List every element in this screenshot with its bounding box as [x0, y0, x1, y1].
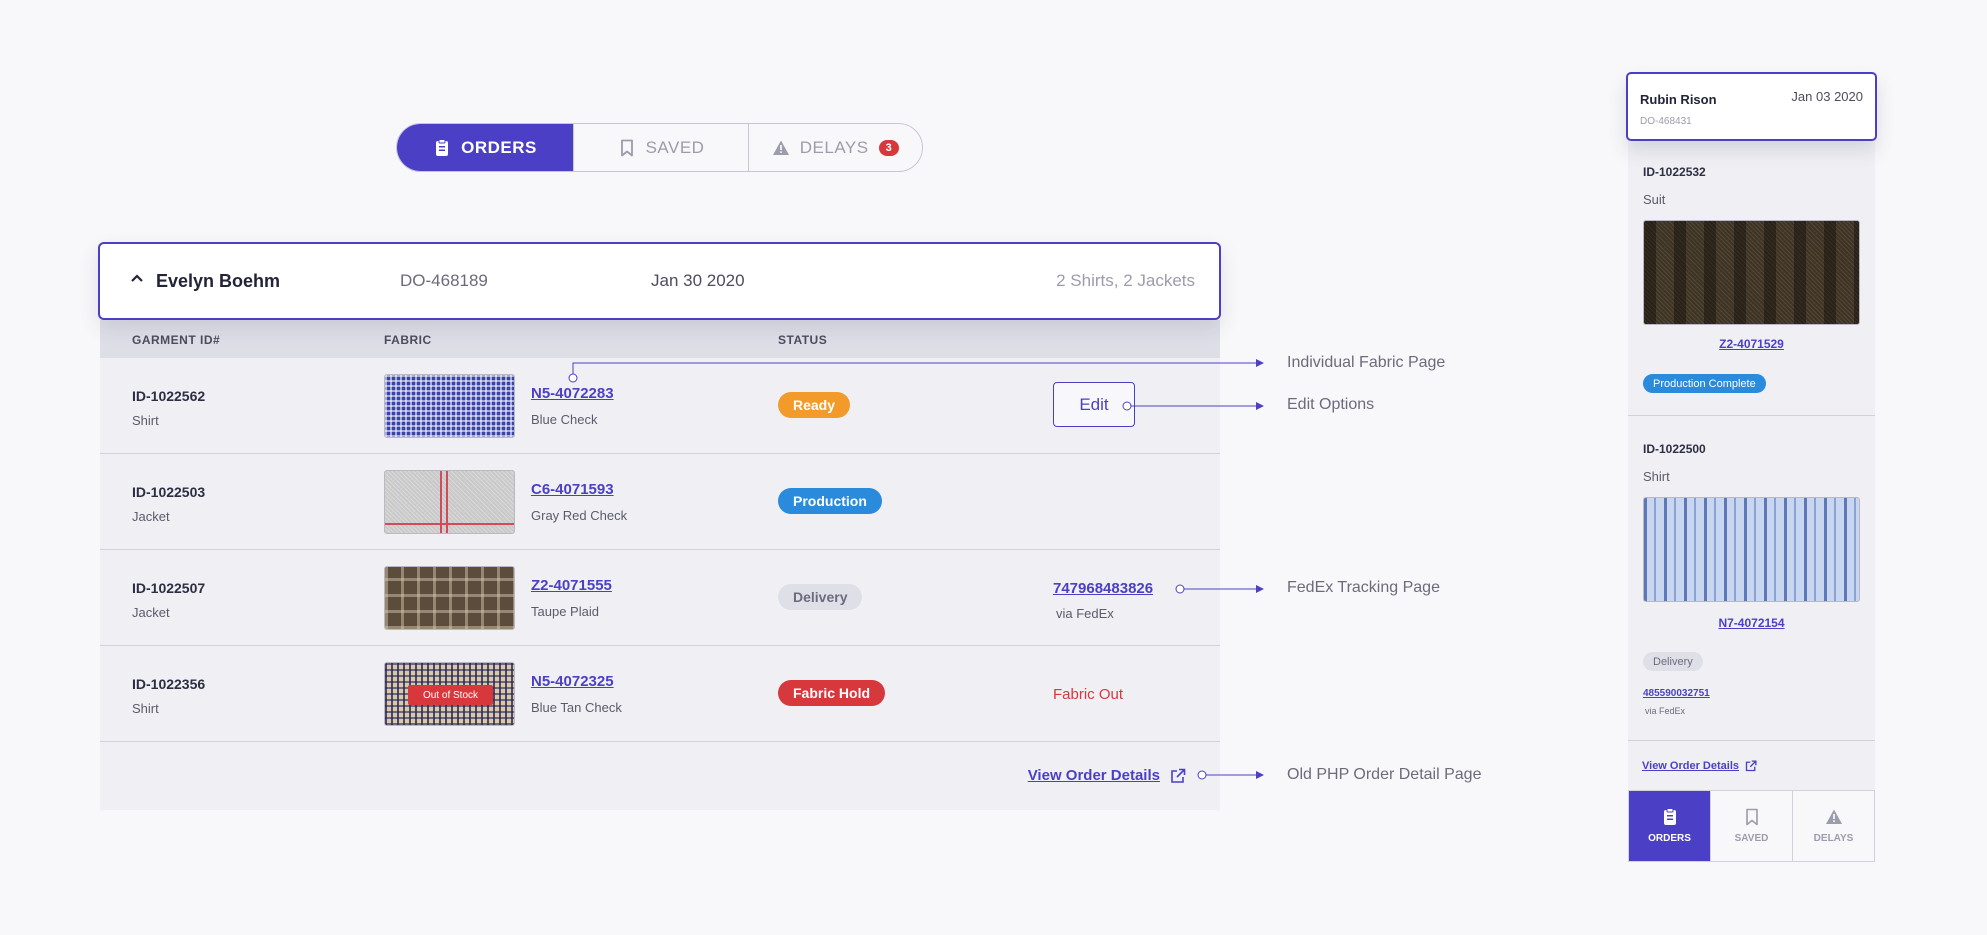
garment-id: ID-1022507: [132, 580, 206, 596]
status-badge: Production: [778, 488, 882, 514]
out-of-stock-label: Out of Stock: [408, 685, 493, 705]
mobile-divider: [1628, 415, 1875, 416]
mobile-customer-name: Rubin Rison: [1640, 92, 1717, 107]
mobile-view-order-details-link[interactable]: View Order Details: [1642, 760, 1757, 772]
fabric-name: Gray Red Check: [531, 508, 628, 523]
mobile-tab-delays-label: DELAYS: [1813, 833, 1854, 844]
garment-type: Shirt: [132, 413, 159, 428]
order-summary: 2 Shirts, 2 Jackets: [1056, 271, 1195, 290]
view-order-details-label: View Order Details: [1027, 767, 1160, 784]
bookmark-icon: [1745, 808, 1758, 826]
tab-orders-label: ORDERS: [461, 137, 537, 157]
mobile-garment-type: Suit: [1643, 192, 1666, 207]
delays-count-badge: 3: [878, 139, 900, 156]
callout-fedex-page: FedEx Tracking Page: [1287, 579, 1440, 596]
garment-type: Jacket: [132, 509, 170, 524]
warning-icon: [1825, 809, 1842, 824]
order-header[interactable]: Evelyn Boehm DO-468189 Jan 30 2020 2 Shi…: [98, 242, 1221, 320]
fabric-name: Blue Check: [531, 412, 598, 427]
mobile-fabric-link[interactable]: N7-4072154: [1628, 616, 1875, 630]
table-row: ID-1022356 Shirt Out of Stock N5-4072325…: [100, 646, 1220, 742]
bookmark-icon: [620, 139, 633, 156]
fabric-link[interactable]: N5-4072325: [531, 673, 614, 690]
mobile-tab-orders-label: ORDERS: [1648, 833, 1691, 844]
mobile-fabric-swatch[interactable]: [1643, 497, 1860, 602]
fabric-name: Taupe Plaid: [531, 604, 599, 619]
table-header: GARMENT ID# FABRIC STATUS: [100, 320, 1220, 358]
carrier-label: via FedEx: [1056, 606, 1114, 621]
header-status: STATUS: [778, 333, 828, 347]
clipboard-icon: [1663, 808, 1676, 825]
chevron-up-icon[interactable]: [130, 271, 144, 285]
mobile-order-date: Jan 03 2020: [1791, 89, 1863, 104]
mobile-status-badge: Delivery: [1643, 652, 1703, 671]
mobile-status-badge: Production Complete: [1643, 374, 1766, 393]
fabric-swatch[interactable]: [384, 566, 515, 630]
garment-id: ID-1022503: [132, 484, 206, 500]
mobile-carrier-label: via FedEx: [1645, 706, 1686, 716]
mobile-tab-orders[interactable]: ORDERS: [1629, 791, 1710, 861]
tab-saved[interactable]: SAVED: [573, 124, 748, 171]
table-row: ID-1022503 Jacket C6-4071593 Gray Red Ch…: [100, 454, 1220, 550]
external-link-icon: [1171, 768, 1186, 783]
view-order-details-link[interactable]: View Order Details: [1028, 767, 1186, 784]
callout-fabric-page: Individual Fabric Page: [1287, 354, 1446, 371]
garment-type: Shirt: [132, 701, 159, 716]
mobile-fabric-swatch[interactable]: [1643, 220, 1860, 325]
tab-delays[interactable]: DELAYS 3: [748, 124, 922, 171]
mobile-order-number: DO-468431: [1640, 116, 1692, 127]
mobile-order-header[interactable]: Rubin Rison Jan 03 2020 DO-468431: [1626, 72, 1877, 141]
garment-table: GARMENT ID# FABRIC STATUS ID-1022562 Shi…: [100, 320, 1220, 810]
status-badge: Delivery: [778, 584, 863, 610]
fabric-link[interactable]: N5-4072283: [531, 385, 614, 402]
header-garment-id: GARMENT ID#: [132, 333, 221, 347]
customer-name: Evelyn Boehm: [156, 271, 281, 291]
tracking-link[interactable]: 747968483826: [1053, 580, 1153, 597]
callout-edit-options: Edit Options: [1287, 396, 1375, 413]
callout-old-php: Old PHP Order Detail Page: [1287, 766, 1482, 783]
status-badge: Fabric Hold: [778, 680, 886, 706]
clipboard-icon: [436, 138, 449, 156]
warning-icon: [772, 140, 789, 155]
mobile-tracking-link[interactable]: 485590032751: [1643, 688, 1710, 699]
order-date: Jan 30 2020: [651, 271, 745, 290]
mobile-garment-type: Shirt: [1643, 469, 1670, 484]
garment-id: ID-1022356: [132, 676, 206, 692]
fabric-swatch[interactable]: [384, 374, 515, 438]
tab-orders[interactable]: ORDERS: [397, 124, 573, 171]
fabric-name: Blue Tan Check: [531, 700, 622, 715]
tab-saved-label: SAVED: [645, 137, 705, 157]
tab-delays-label: DELAYS: [799, 137, 869, 157]
order-number: DO-468189: [400, 271, 488, 290]
external-link-icon: [1745, 760, 1757, 772]
fabric-out-note: Fabric Out: [1053, 686, 1124, 703]
fabric-swatch[interactable]: Out of Stock: [384, 662, 515, 726]
order-tabs: ORDERS SAVED DELAYS 3: [396, 123, 923, 172]
mobile-view-order-details-label: View Order Details: [1642, 760, 1740, 772]
mobile-divider: [1628, 740, 1875, 741]
fabric-swatch[interactable]: [384, 470, 515, 534]
mobile-preview: Rubin Rison Jan 03 2020 DO-468431 ID-102…: [1626, 72, 1877, 862]
mobile-fabric-link[interactable]: Z2-4071529: [1628, 337, 1875, 351]
table-row: ID-1022507 Jacket Z2-4071555 Taupe Plaid…: [100, 550, 1220, 646]
mobile-tab-saved-label: SAVED: [1734, 833, 1769, 844]
mobile-tab-saved[interactable]: SAVED: [1710, 791, 1792, 861]
garment-type: Jacket: [132, 605, 170, 620]
mobile-garment-id: ID-1022532: [1643, 165, 1706, 179]
fabric-link[interactable]: C6-4071593: [531, 481, 614, 498]
mobile-bottom-nav: ORDERS SAVED DELAYS: [1628, 790, 1875, 862]
fabric-link[interactable]: Z2-4071555: [531, 577, 612, 594]
header-fabric: FABRIC: [384, 333, 432, 347]
edit-button[interactable]: Edit: [1053, 382, 1135, 427]
mobile-garment-id: ID-1022500: [1643, 442, 1706, 456]
table-row: ID-1022562 Shirt N5-4072283 Blue Check R…: [100, 358, 1220, 454]
mobile-tab-delays[interactable]: DELAYS: [1792, 791, 1874, 861]
garment-id: ID-1022562: [132, 388, 206, 404]
status-badge: Ready: [778, 392, 851, 418]
